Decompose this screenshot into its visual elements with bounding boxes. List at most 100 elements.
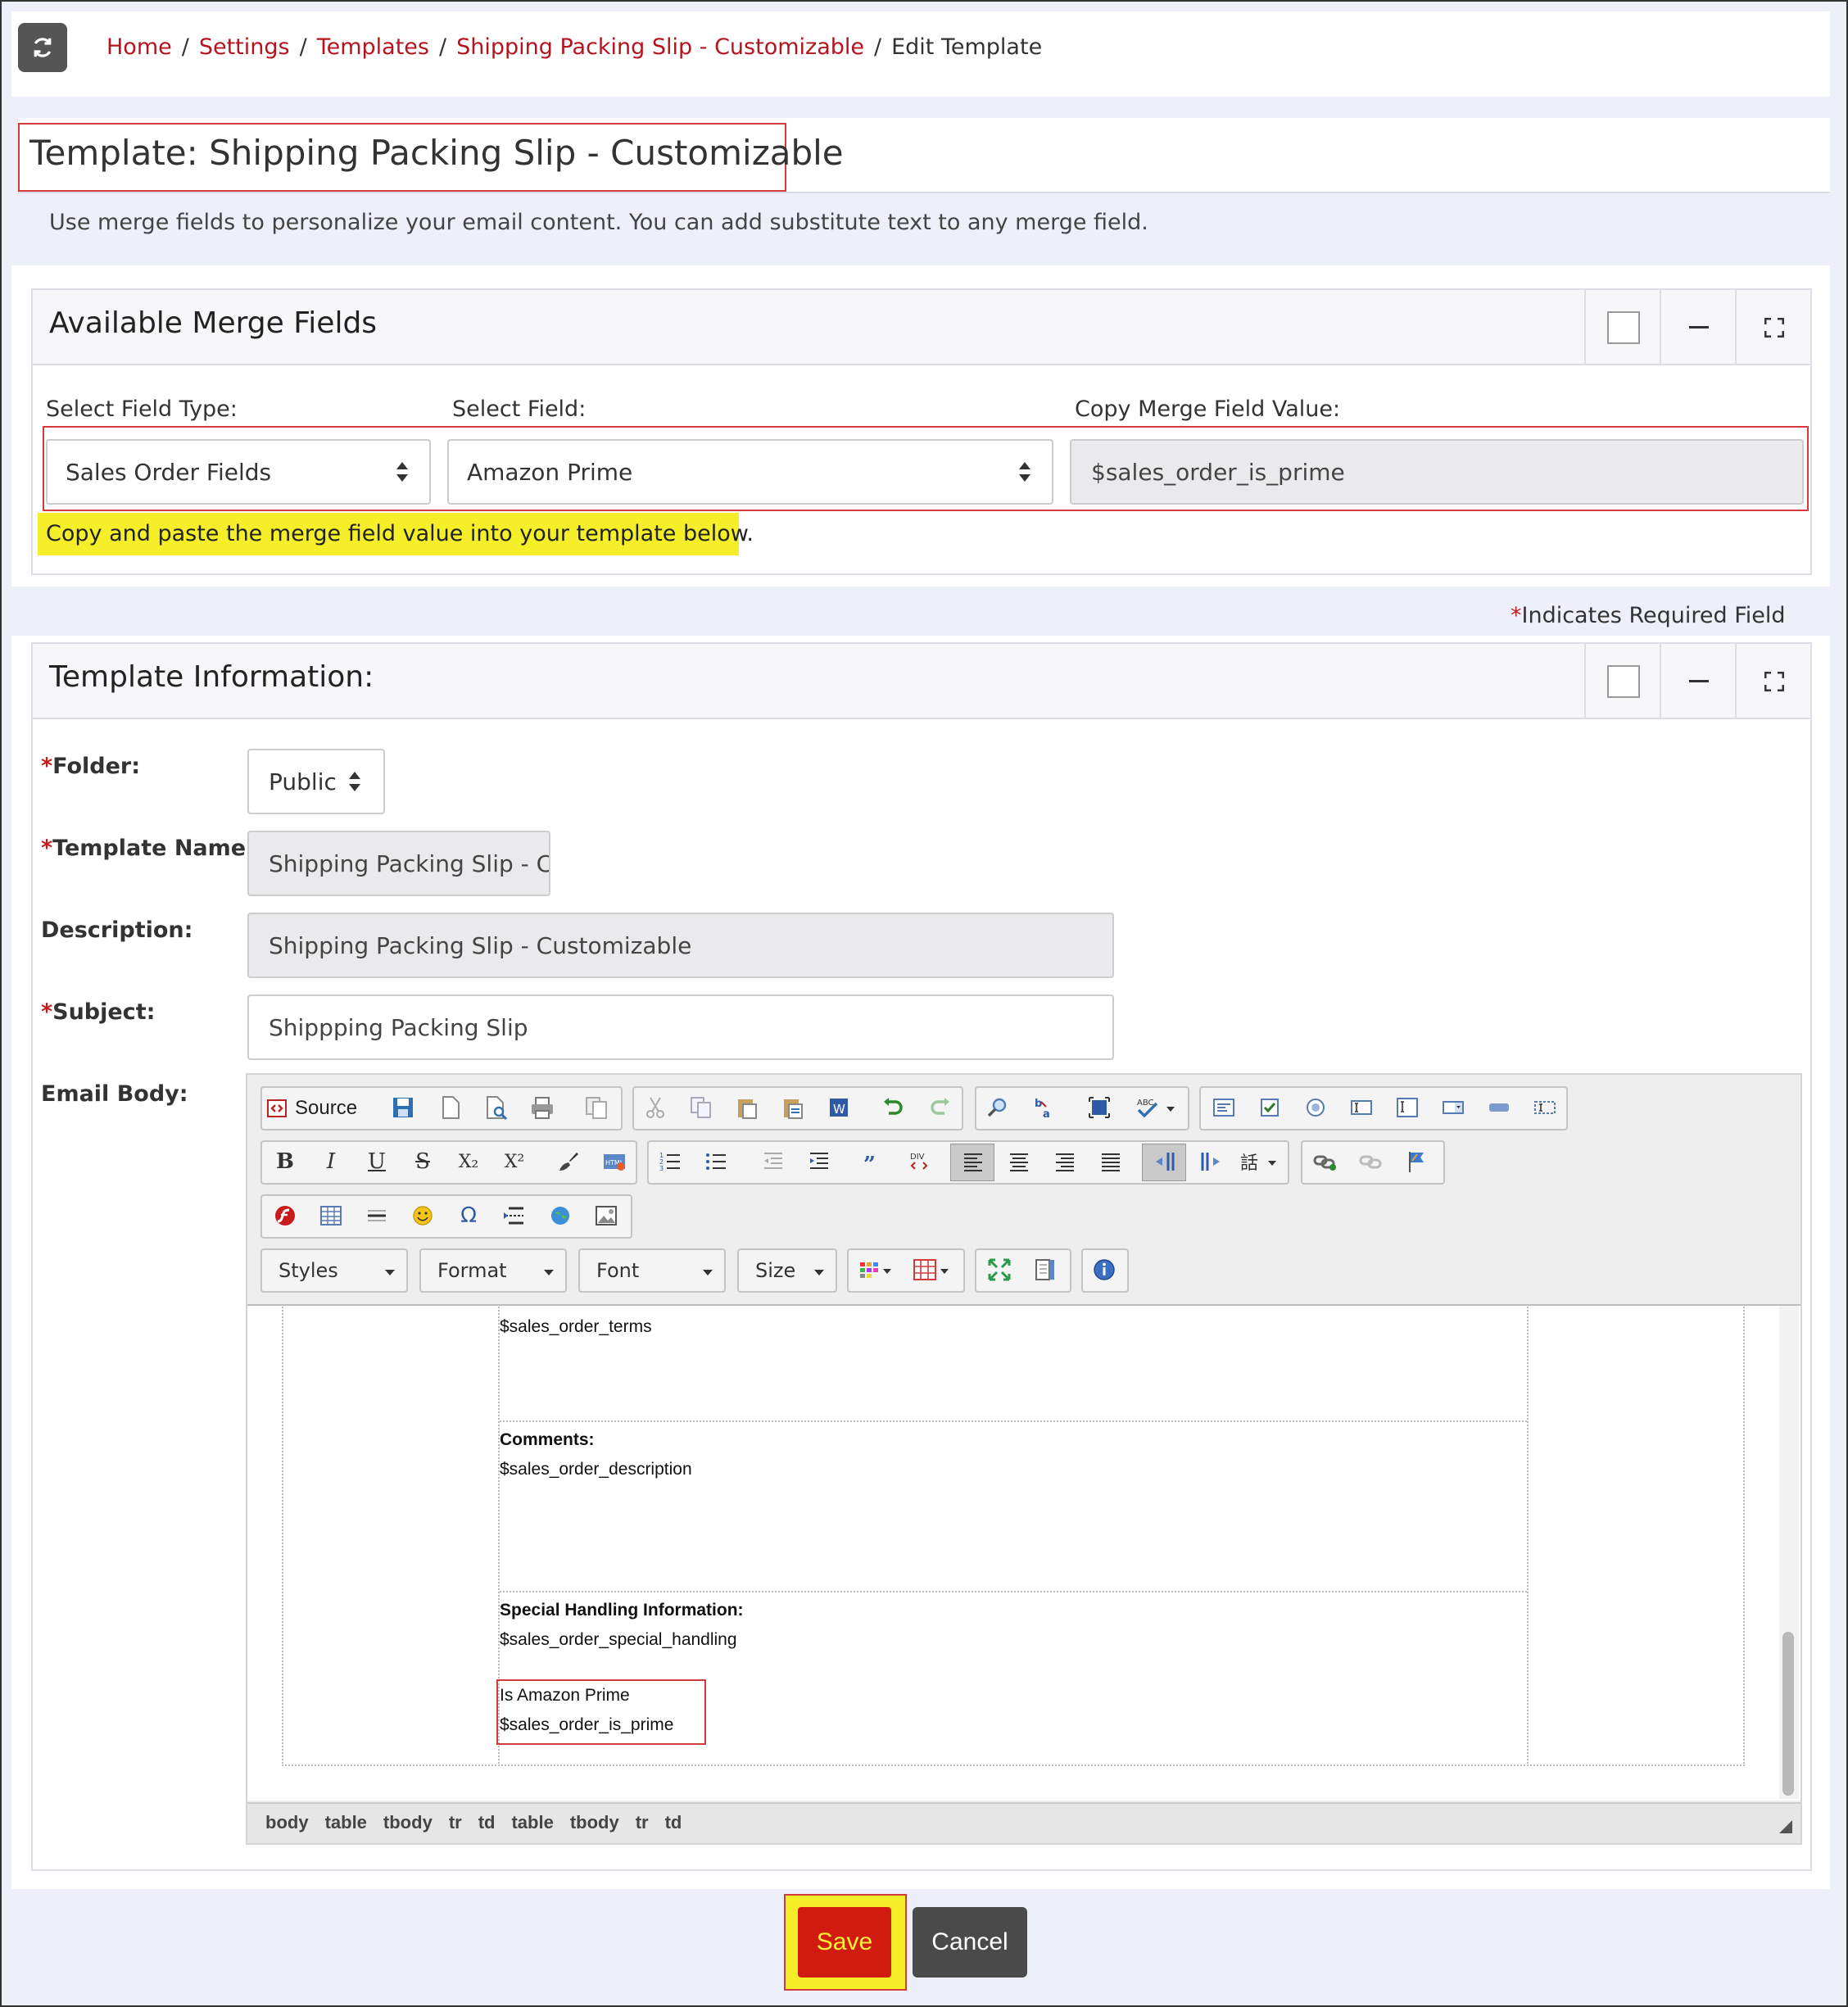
link-icon[interactable]	[1309, 1145, 1342, 1178]
undo-icon[interactable]	[876, 1091, 909, 1124]
text-color-icon[interactable]	[854, 1253, 901, 1286]
path-item[interactable]: table	[511, 1812, 553, 1833]
flash-icon[interactable]	[269, 1199, 301, 1232]
editor-scrollbar-thumb[interactable]	[1782, 1632, 1794, 1796]
copy-formatting-icon[interactable]	[552, 1145, 585, 1178]
source-button[interactable]: Source	[265, 1091, 377, 1126]
breadcrumb-templates[interactable]: Templates	[317, 34, 429, 60]
refresh-button[interactable]	[18, 23, 67, 72]
folder-label: *Folder:	[41, 754, 140, 779]
horizontal-line-icon[interactable]	[360, 1199, 393, 1232]
superscript-button[interactable]: X²	[498, 1145, 531, 1178]
strikethrough-button[interactable]: S	[406, 1145, 439, 1178]
justify-icon[interactable]	[1094, 1145, 1127, 1178]
bold-button[interactable]: B	[269, 1145, 301, 1178]
path-item[interactable]: tr	[449, 1812, 462, 1833]
find-icon[interactable]	[981, 1091, 1014, 1124]
path-item[interactable]: td	[478, 1812, 496, 1833]
breadcrumb-settings[interactable]: Settings	[199, 34, 290, 60]
text-field-icon[interactable]	[1345, 1091, 1378, 1124]
path-item[interactable]: tr	[636, 1812, 649, 1833]
hidden-field-icon[interactable]	[1529, 1091, 1561, 1124]
bullet-list-icon[interactable]	[700, 1145, 732, 1178]
checkbox-icon[interactable]	[1253, 1091, 1286, 1124]
smiley-icon[interactable]	[406, 1199, 439, 1232]
source-icon	[267, 1099, 287, 1117]
textarea-icon[interactable]	[1391, 1091, 1424, 1124]
indent-icon[interactable]	[803, 1145, 836, 1178]
field-type-label: Select Field Type:	[46, 396, 238, 422]
text-direction-ltr-icon[interactable]	[1148, 1145, 1181, 1178]
select-all-icon[interactable]	[1083, 1091, 1116, 1124]
path-item[interactable]: body	[265, 1812, 309, 1833]
size-combo[interactable]: Size	[737, 1248, 837, 1293]
save-icon[interactable]	[387, 1091, 419, 1124]
print-icon[interactable]	[526, 1091, 559, 1124]
paste-text-icon[interactable]	[777, 1091, 809, 1124]
anchor-icon[interactable]	[1401, 1145, 1434, 1178]
language-icon[interactable]: 話	[1239, 1145, 1283, 1178]
numbered-list-icon[interactable]: 123	[654, 1145, 686, 1178]
align-right-icon[interactable]	[1049, 1145, 1081, 1178]
collapse-icon[interactable]	[1689, 680, 1709, 682]
create-div-icon[interactable]: DIV	[903, 1145, 935, 1178]
folder-select[interactable]: Public	[247, 749, 385, 814]
replace-icon[interactable]: ba	[1029, 1091, 1062, 1124]
paste-icon[interactable]	[731, 1091, 763, 1124]
field-select[interactable]: Amazon Prime	[447, 439, 1053, 505]
special-char-icon[interactable]: Ω	[452, 1199, 485, 1232]
breadcrumb-template[interactable]: Shipping Packing Slip - Customizable	[456, 34, 864, 60]
cancel-button[interactable]: Cancel	[913, 1907, 1027, 1978]
unlink-icon[interactable]	[1355, 1145, 1388, 1178]
blockquote-icon[interactable]: ”	[857, 1145, 890, 1178]
description-field[interactable]: Shipping Packing Slip - Customizable	[247, 913, 1114, 978]
iframe-icon[interactable]	[544, 1199, 577, 1232]
templates-icon[interactable]	[580, 1091, 613, 1124]
panel-select-checkbox[interactable]	[1607, 311, 1640, 344]
path-item[interactable]: td	[665, 1812, 682, 1833]
maximize-icon[interactable]	[983, 1253, 1016, 1286]
preview-icon[interactable]	[480, 1091, 513, 1124]
path-item[interactable]: tbody	[383, 1812, 433, 1833]
select-field-icon[interactable]	[1437, 1091, 1470, 1124]
path-item[interactable]: table	[325, 1812, 367, 1833]
radio-icon[interactable]	[1299, 1091, 1332, 1124]
paste-word-icon[interactable]: W	[822, 1091, 855, 1124]
font-combo[interactable]: Font	[578, 1248, 726, 1293]
save-button[interactable]: Save	[798, 1907, 891, 1978]
show-blocks-icon[interactable]	[1029, 1253, 1062, 1286]
align-left-icon[interactable]	[957, 1145, 990, 1178]
underline-button[interactable]: U	[360, 1145, 393, 1178]
redo-icon[interactable]	[924, 1091, 957, 1124]
collapse-icon[interactable]	[1689, 326, 1709, 328]
button-field-icon[interactable]	[1483, 1091, 1515, 1124]
info-icon[interactable]	[1088, 1253, 1121, 1286]
outdent-icon[interactable]	[757, 1145, 790, 1178]
format-combo[interactable]: Format	[419, 1248, 567, 1293]
subject-field[interactable]: Shippping Packing Slip	[247, 994, 1114, 1060]
template-name-field[interactable]: Shipping Packing Slip - Customizable	[247, 831, 550, 896]
italic-button[interactable]: I	[315, 1145, 347, 1178]
table-grid-icon[interactable]	[909, 1253, 957, 1286]
field-type-select[interactable]: Sales Order Fields	[46, 439, 431, 505]
fullscreen-icon[interactable]	[1764, 672, 1784, 691]
align-center-icon[interactable]	[1003, 1145, 1035, 1178]
path-item[interactable]: tbody	[570, 1812, 619, 1833]
breadcrumb-home[interactable]: Home	[106, 34, 172, 60]
resize-handle-icon[interactable]	[1778, 1819, 1794, 1835]
table-icon[interactable]	[315, 1199, 347, 1232]
panel-select-checkbox[interactable]	[1607, 665, 1640, 698]
remove-format-icon[interactable]: HTML	[598, 1145, 631, 1178]
form-icon[interactable]	[1207, 1091, 1240, 1124]
image-icon[interactable]	[590, 1199, 623, 1232]
styles-combo[interactable]: Styles	[260, 1248, 408, 1293]
new-page-icon[interactable]	[434, 1091, 467, 1124]
page-break-icon[interactable]	[498, 1199, 531, 1232]
text-direction-rtl-icon[interactable]	[1194, 1145, 1227, 1178]
merge-value-field[interactable]: $sales_order_is_prime	[1070, 439, 1804, 505]
cut-icon[interactable]	[639, 1091, 672, 1124]
copy-icon[interactable]	[685, 1091, 718, 1124]
subscript-button[interactable]: X₂	[452, 1145, 485, 1178]
fullscreen-icon[interactable]	[1764, 318, 1784, 338]
spellcheck-icon[interactable]: ABC	[1132, 1091, 1181, 1124]
